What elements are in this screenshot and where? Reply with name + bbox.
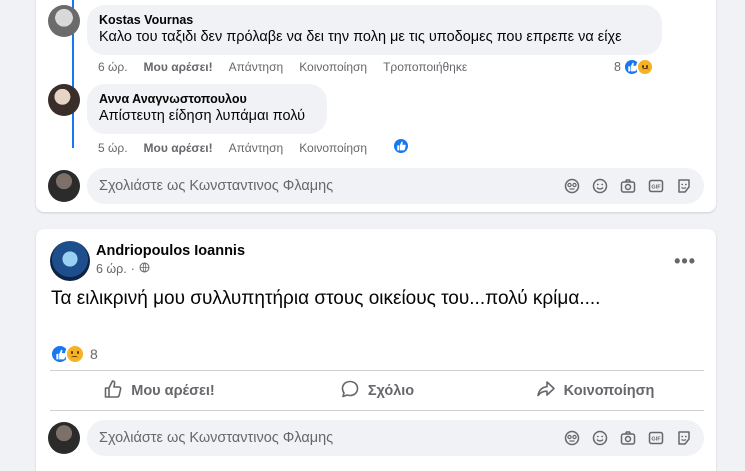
comment-input[interactable]: Σχολιάστε ως Κωνσταντινος Φλαμης GIF: [87, 168, 704, 204]
post-reaction-count: 8: [90, 346, 98, 362]
post-author-block: Andriopoulos Ioannis 6 ώρ. ·: [96, 241, 245, 281]
post-text: Τα ειλικρινή μου συλλυπητήρια στους οικε…: [51, 288, 601, 309]
comment-like-link[interactable]: Μου αρέσει!: [144, 141, 213, 155]
comment-meta: 6 ώρ. Μου αρέσει! Απάντηση Κοινοποίηση Τ…: [98, 60, 483, 74]
post-time[interactable]: 6 ώρ.: [96, 262, 127, 276]
globe-icon: [139, 262, 150, 276]
comment-edited-label[interactable]: Τροποποιήθηκε: [383, 60, 467, 74]
comment-bubble: Αννα Αναγνωστοπουλου Απίστευτη είδηση λυ…: [87, 84, 327, 134]
comment-share-link[interactable]: Κοινοποίηση: [299, 141, 367, 155]
more-icon[interactable]: •••: [674, 251, 696, 272]
sad-icon: [65, 344, 85, 364]
divider: [50, 410, 704, 411]
camera-icon[interactable]: [620, 430, 636, 446]
thumbs-up-icon: [103, 379, 123, 403]
comment-time[interactable]: 5 ώρ.: [98, 141, 128, 155]
comment-bubble: Kostas Vournas Καλο του ταξιδι δεν πρόλα…: [87, 5, 662, 55]
comment-button[interactable]: Σχόλιο: [268, 373, 486, 409]
comment-input[interactable]: Σχολιάστε ως Κωνσταντινος Φλαμης GIF: [87, 420, 704, 456]
separator-dot: ·: [130, 262, 135, 276]
post-meta: 6 ώρ. ·: [96, 262, 245, 276]
share-button-label: Κοινοποίηση: [563, 383, 655, 399]
comment-time[interactable]: 6 ώρ.: [98, 60, 128, 74]
comment-meta: 5 ώρ. Μου αρέσει! Απάντηση Κοινοποίηση: [98, 141, 383, 155]
comment-reactions[interactable]: 8: [614, 58, 654, 76]
sticker-icon[interactable]: [564, 178, 580, 194]
comment-icon: [340, 379, 360, 403]
comment-button-label: Σχόλιο: [367, 383, 415, 399]
emoji-icon[interactable]: [592, 430, 608, 446]
comment-text: Καλο του ταξιδι δεν πρόλαβε να δει την π…: [99, 29, 622, 45]
svg-text:GIF: GIF: [651, 437, 661, 443]
avatar-anna[interactable]: [48, 84, 80, 116]
comment-reactions[interactable]: [392, 137, 410, 155]
like-icon: [392, 137, 410, 155]
like-button-label: Μου αρέσει!: [131, 383, 215, 399]
sticker-icon[interactable]: [564, 430, 580, 446]
avatar-kostas[interactable]: [48, 5, 80, 37]
comment-placeholder: Σχολιάστε ως Κωνσταντινος Φλαμης: [99, 178, 334, 194]
reaction-count: 8: [614, 60, 621, 74]
share-button[interactable]: Κοινοποίηση: [486, 373, 704, 409]
avatar-sticker-icon[interactable]: [676, 430, 692, 446]
avatar-current-user[interactable]: [48, 422, 80, 454]
post-actions: Μου αρέσει! Σχόλιο Κοινοποίηση: [50, 373, 704, 409]
comment-composer: Σχολιάστε ως Κωνσταντινος Φλαμης GIF: [48, 420, 704, 456]
sad-icon: [635, 58, 654, 76]
post-header: Andriopoulos Ioannis 6 ώρ. ·: [50, 241, 245, 281]
comment-share-link[interactable]: Κοινοποίηση: [299, 60, 367, 74]
composer-tools: GIF: [564, 430, 692, 446]
emoji-icon[interactable]: [592, 178, 608, 194]
comment-like-link[interactable]: Μου αρέσει!: [144, 60, 213, 74]
share-icon: [536, 379, 556, 403]
avatar-current-user[interactable]: [48, 170, 80, 202]
comment-author[interactable]: Αννα Αναγνωστοπουλου: [99, 91, 315, 107]
camera-icon[interactable]: [620, 178, 636, 194]
post-author-avatar[interactable]: [50, 241, 90, 281]
comment-author[interactable]: Kostas Vournas: [99, 12, 650, 28]
comment-reply-link[interactable]: Απάντηση: [229, 60, 284, 74]
svg-text:GIF: GIF: [651, 185, 661, 191]
composer-tools: GIF: [564, 178, 692, 194]
post-author-name[interactable]: Andriopoulos Ioannis: [96, 241, 245, 261]
comment-placeholder: Σχολιάστε ως Κωνσταντινος Φλαμης: [99, 430, 334, 446]
post-reactions[interactable]: 8: [50, 344, 98, 364]
gif-icon[interactable]: GIF: [648, 178, 664, 194]
like-button[interactable]: Μου αρέσει!: [50, 373, 268, 409]
comment-reply-link[interactable]: Απάντηση: [229, 141, 284, 155]
comment-text: Απίστευτη είδηση λυπάμαι πολύ: [99, 108, 306, 124]
gif-icon[interactable]: GIF: [648, 430, 664, 446]
avatar-sticker-icon[interactable]: [676, 178, 692, 194]
divider: [50, 370, 704, 371]
comment-composer: Σχολιάστε ως Κωνσταντινος Φλαμης GIF: [48, 168, 704, 204]
